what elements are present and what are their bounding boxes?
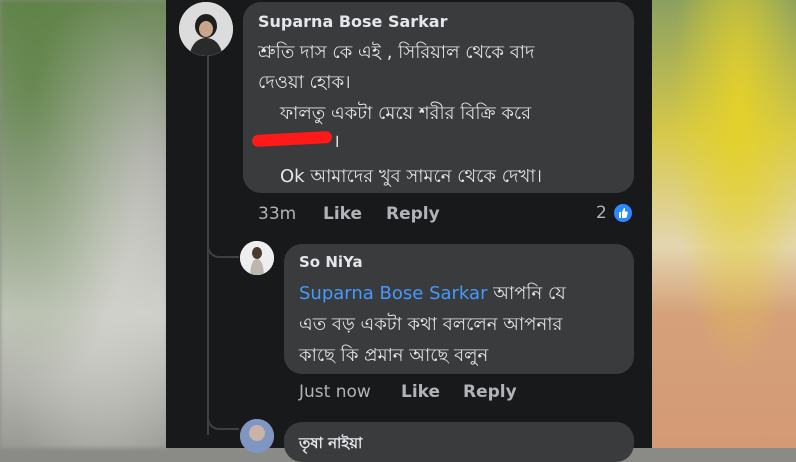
reply-button[interactable]: Reply [463,382,517,402]
profile-photo-icon [179,2,233,56]
comment-author[interactable]: Suparna Bose Sarkar [258,12,447,31]
avatar[interactable] [240,241,274,275]
comment-text-line: Ok আমাদের খুব সামনে থেকে দেখা। [280,166,542,187]
reply-author[interactable]: তৃষা নাইয়া [299,432,362,457]
thread-connector [207,404,239,430]
like-button[interactable]: Like [323,204,362,224]
reply-button[interactable]: Reply [386,204,440,224]
like-button[interactable]: Like [401,382,440,402]
thread-connector [207,232,239,258]
comment-text-line: শ্রুতি দাস কে এই , সিরিয়াল থেকে বাদ [258,42,535,63]
avatar[interactable] [179,2,233,56]
reply-text-line: কাছে কি প্রমান আছে বলুন [299,345,489,366]
reply-text-line: এত বড় একটা কথা বললেন আপনার [299,314,563,335]
reply-author[interactable]: So NiYa [299,253,363,271]
blurred-background-right [652,0,796,448]
reaction-count[interactable]: 2 [596,203,607,223]
comment-timestamp[interactable]: 33m [258,204,296,224]
reply-timestamp[interactable]: Just now [299,382,371,402]
comment-text-line: দেওয়া হোক। [258,72,351,93]
thumbs-up-icon[interactable] [612,202,634,224]
profile-photo-icon [240,241,274,275]
reply-text-line: Suparna Bose Sarkar আপনি যে [299,279,566,310]
reply-text: আপনি যে [487,283,566,304]
comment-text-line: ফালতু একটা মেয়ে শরীর বিক্রি করে [280,103,532,124]
mention-link[interactable]: Suparna Bose Sarkar [299,283,487,304]
comment-text-line: । [333,131,340,152]
blurred-background-left [0,0,168,448]
